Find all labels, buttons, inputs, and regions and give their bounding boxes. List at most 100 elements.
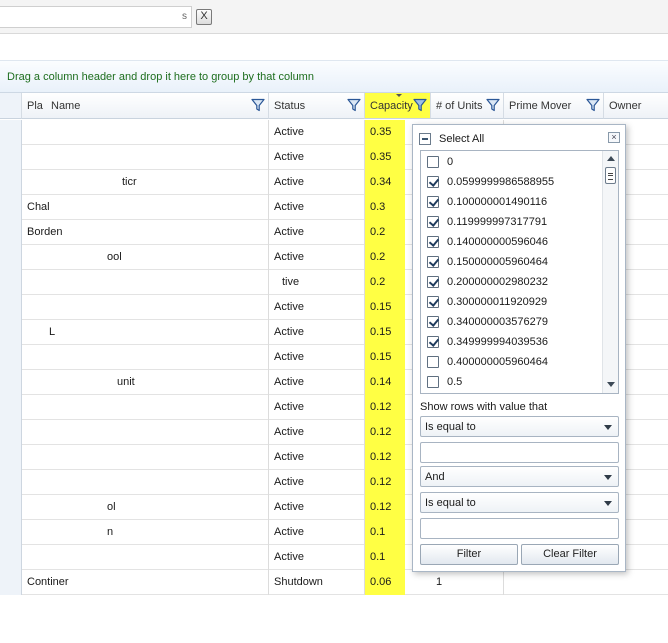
filter-option[interactable]: 0.200000002980232 [425, 272, 601, 292]
filter-option[interactable]: 0.340000003576279 [425, 312, 601, 332]
chevron-down-icon [604, 475, 612, 480]
chevron-down-icon [604, 501, 612, 506]
table-row[interactable]: Continer Shutdown 0.06 1 [0, 570, 668, 595]
row-indicator[interactable] [0, 570, 22, 595]
row-indicator[interactable] [0, 195, 22, 220]
filter-value-input-2[interactable] [420, 518, 619, 539]
cell-status: Active [269, 195, 365, 220]
toolbar: s X [0, 0, 668, 34]
cell-name [22, 395, 269, 420]
cell-status: Active [269, 445, 365, 470]
scroll-down-icon[interactable] [607, 382, 615, 387]
row-indicator[interactable] [0, 120, 22, 145]
select-all-checkbox[interactable] [419, 133, 431, 145]
option-checkbox[interactable] [427, 216, 439, 228]
filter-icon[interactable] [347, 98, 361, 112]
logic-operator-select[interactable]: And [420, 466, 619, 487]
column-header-capacity[interactable]: Capacity [365, 93, 431, 119]
operator-select-2[interactable]: Is equal to [420, 492, 619, 513]
row-indicator[interactable] [0, 220, 22, 245]
row-indicator[interactable] [0, 520, 22, 545]
filter-option[interactable]: 0.400000005960464 [425, 352, 601, 372]
filter-icon[interactable] [413, 98, 427, 112]
option-checkbox[interactable] [427, 336, 439, 348]
clear-search-button[interactable]: X [196, 9, 212, 25]
group-by-panel[interactable]: Drag a column header and drop it here to… [0, 60, 668, 93]
cell-status: Active [269, 345, 365, 370]
filter-option[interactable]: 0.300000011920929 [425, 292, 601, 312]
column-header-owner[interactable]: Owner [604, 93, 668, 119]
cell-name [22, 420, 269, 445]
option-checkbox[interactable] [427, 256, 439, 268]
cell-status: Active [269, 545, 365, 570]
filter-option[interactable]: 0.5 [425, 372, 601, 392]
cell-capacity: 0.12 [365, 445, 405, 470]
cell-name [22, 545, 269, 570]
row-indicator[interactable] [0, 145, 22, 170]
cell-status: Active [269, 420, 365, 445]
scroll-thumb[interactable] [605, 167, 616, 184]
column-header-units[interactable]: # of Units [431, 93, 504, 119]
cell-name: n [22, 520, 269, 545]
cell-units: 1 [431, 570, 504, 595]
row-indicator[interactable] [0, 345, 22, 370]
search-input[interactable]: s [0, 6, 192, 28]
row-indicator[interactable] [0, 270, 22, 295]
filter-option[interactable]: 0.150000005960464 [425, 252, 601, 272]
filter-option[interactable]: 0.140000000596046 [425, 232, 601, 252]
cell-capacity: 0.12 [365, 495, 405, 520]
filter-icon[interactable] [586, 98, 600, 112]
filter-option[interactable]: 0.0599999986588955 [425, 172, 601, 192]
cell-name: ool [22, 245, 269, 270]
option-checkbox[interactable] [427, 356, 439, 368]
cell-name [22, 345, 269, 370]
column-header-status[interactable]: Status [269, 93, 365, 119]
cell-capacity: 0.2 [365, 245, 405, 270]
option-checkbox[interactable] [427, 376, 439, 388]
row-indicator[interactable] [0, 395, 22, 420]
close-icon[interactable]: × [608, 132, 620, 143]
cell-name [22, 470, 269, 495]
filter-icon[interactable] [251, 98, 265, 112]
option-checkbox[interactable] [427, 296, 439, 308]
scroll-up-icon[interactable] [607, 156, 615, 161]
column-header-prime-mover[interactable]: Prime Mover [504, 93, 604, 119]
filter-value-input-1[interactable] [420, 442, 619, 463]
row-indicator[interactable] [0, 170, 22, 195]
row-indicator[interactable] [0, 295, 22, 320]
option-checkbox[interactable] [427, 196, 439, 208]
option-checkbox[interactable] [427, 156, 439, 168]
filter-option[interactable]: 0.349999994039536 [425, 332, 601, 352]
distinct-values-list[interactable]: 0 0.0599999986588955 0.100000001490116 0… [420, 150, 619, 394]
row-indicator[interactable] [0, 245, 22, 270]
cell-capacity: 0.12 [365, 420, 405, 445]
filter-option[interactable]: 0.100000001490116 [425, 192, 601, 212]
row-indicator[interactable] [0, 470, 22, 495]
filter-option[interactable]: 0 [425, 152, 601, 172]
clear-filter-button[interactable]: Clear Filter [521, 544, 619, 565]
option-checkbox[interactable] [427, 276, 439, 288]
capacity-filter-popup: Select All × 0 0.0599999986588955 0.1000… [412, 124, 626, 572]
row-indicator[interactable] [0, 420, 22, 445]
cell-status: tive [269, 270, 365, 295]
filter-option[interactable]: 0.119999997317791 [425, 212, 601, 232]
option-checkbox[interactable] [427, 316, 439, 328]
column-header-plant-label: Pla [27, 100, 43, 112]
option-checkbox[interactable] [427, 176, 439, 188]
list-scrollbar[interactable] [602, 151, 618, 393]
column-header-name[interactable]: Pla Name [22, 93, 269, 119]
cell-capacity: 0.2 [365, 220, 405, 245]
option-checkbox[interactable] [427, 236, 439, 248]
filter-icon[interactable] [486, 98, 500, 112]
filter-button[interactable]: Filter [420, 544, 518, 565]
operator-select-1[interactable]: Is equal to [420, 416, 619, 437]
group-by-hint: Drag a column header and drop it here to… [7, 71, 314, 83]
row-indicator[interactable] [0, 545, 22, 570]
row-indicator[interactable] [0, 320, 22, 345]
cell-capacity: 0.14 [365, 370, 405, 395]
cell-capacity: 0.12 [365, 470, 405, 495]
row-indicator[interactable] [0, 370, 22, 395]
row-indicator[interactable] [0, 445, 22, 470]
column-header-name-label: Name [51, 100, 81, 112]
row-indicator[interactable] [0, 495, 22, 520]
